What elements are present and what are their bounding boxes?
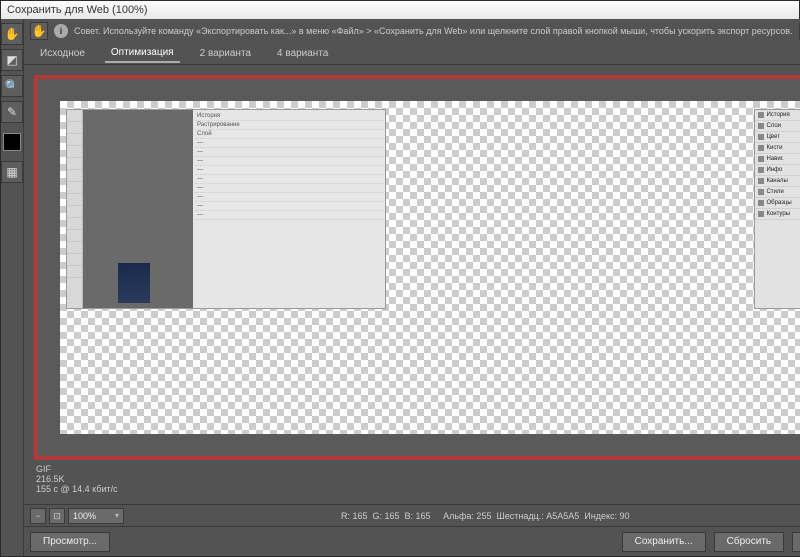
title-bar[interactable]: Сохранить для Web (100%) xyxy=(1,1,799,19)
remember-button[interactable]: Запомнить xyxy=(792,532,800,552)
preview-button[interactable]: Просмотр... xyxy=(30,532,110,552)
hand-tool-small[interactable]: ✋ xyxy=(30,22,48,40)
info-icon: i xyxy=(54,24,68,38)
zoom-out-button[interactable]: − xyxy=(30,508,46,524)
toggle-slices-button[interactable]: ▦ xyxy=(1,161,23,183)
zoom-level-select[interactable]: 100% xyxy=(68,508,124,524)
preview-filesize: 216.5K xyxy=(36,474,118,484)
save-button[interactable]: Сохранить... xyxy=(622,532,706,552)
window-title: Сохранить для Web (100%) xyxy=(7,4,148,16)
hand-tool[interactable]: ✋ xyxy=(1,23,23,45)
tip-bar: ✋ i Совет. Используйте команду «Экспорти… xyxy=(24,19,800,43)
preview-info-left: GIF 216.5K 155 с @ 14.4 кбит/с xyxy=(36,464,118,494)
preview-content: ИсторияРастрированиеСлой ————————— xyxy=(66,109,386,309)
color-readout: R: 165 G: 165 B: 165 Альфа: 255 Шестнадц… xyxy=(130,511,800,521)
eyedropper-color-swatch[interactable] xyxy=(3,133,21,151)
tab-original[interactable]: Исходное xyxy=(34,45,91,62)
preview-canvas[interactable]: ИсторияРастрированиеСлой ————————— Истор… xyxy=(34,75,800,460)
reset-button[interactable]: Сбросить xyxy=(714,532,784,552)
tab-4up[interactable]: 4 варианта xyxy=(271,45,334,62)
eyedropper-tool[interactable]: ✎ xyxy=(1,101,23,123)
zoom-controls: − ⊡ 100% xyxy=(30,508,124,524)
preview-content-panel: История Слои Цвет Кисти Навиг. Инфо Кана… xyxy=(754,109,800,309)
preview-format: GIF xyxy=(36,464,118,474)
preview-speed: 155 с @ 14.4 кбит/с xyxy=(36,484,118,494)
tab-optimized[interactable]: Оптимизация xyxy=(105,44,180,63)
zoom-fit-button[interactable]: ⊡ xyxy=(49,508,65,524)
zoom-tool[interactable]: 🔍 xyxy=(1,75,23,97)
slice-select-tool[interactable]: ◩ xyxy=(1,49,23,71)
tip-text: Совет. Используйте команду «Экспортирова… xyxy=(74,26,793,36)
save-for-web-dialog: Сохранить для Web (100%) ✋ ◩ 🔍 ✎ ▦ ✋ i С… xyxy=(0,0,800,557)
view-tabs: Исходное Оптимизация 2 варианта 4 вариан… xyxy=(24,43,800,65)
tab-2up[interactable]: 2 варианта xyxy=(194,45,257,62)
tool-strip: ✋ ◩ 🔍 ✎ ▦ xyxy=(1,19,24,556)
